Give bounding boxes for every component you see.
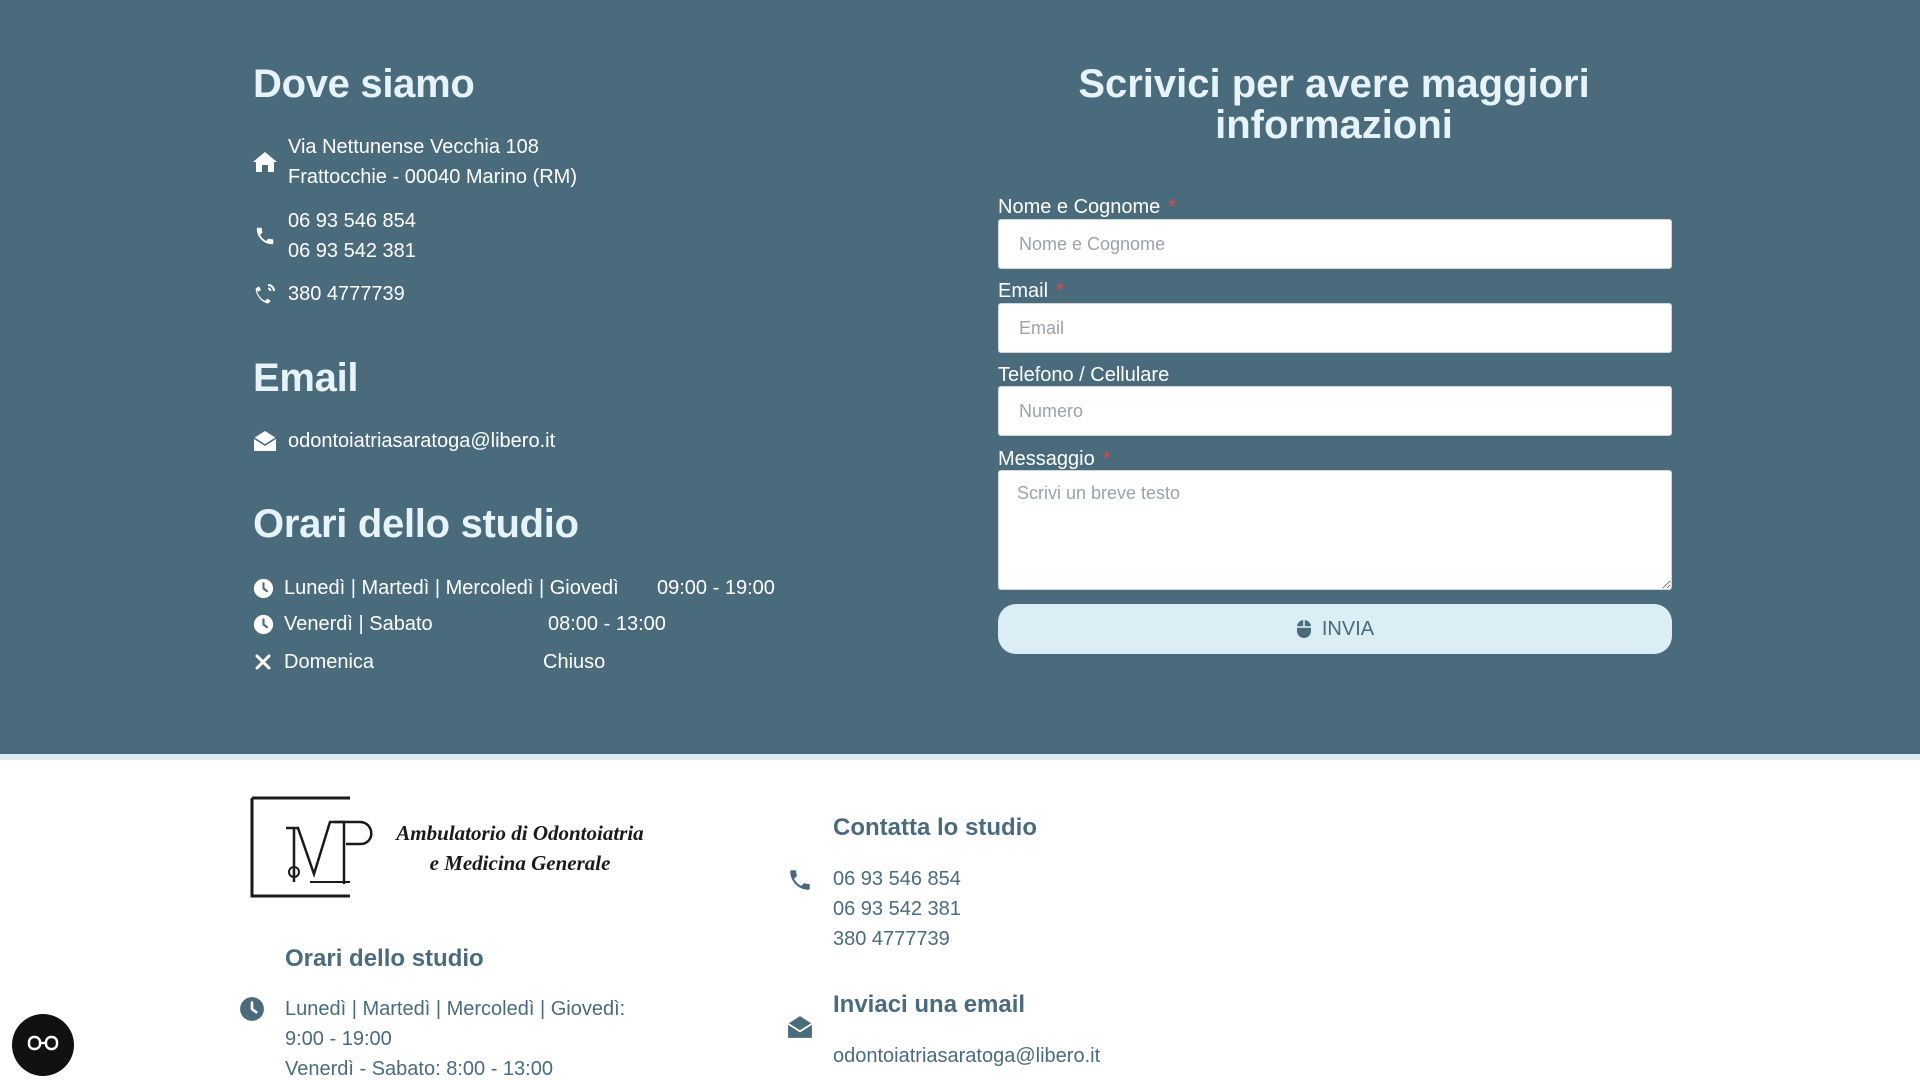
clock-icon [238,995,266,1023]
form-title: Scrivici per avere maggiori informazioni [998,64,1670,146]
hours-time: 08:00 - 13:00 [548,613,666,635]
location-heading: Dove siamo [253,62,475,106]
footer-phone-2[interactable]: 06 93 542 381 [833,894,961,924]
clock-icon [250,575,276,601]
footer-hours-line-1: Lunedì | Martedì | Mercoledì | Giovedì: [285,998,626,1020]
contact-section: Dove siamo Via Nettunense Vecchia 108 Fr… [0,0,1920,754]
footer-email-address[interactable]: odontoiatriasaratoga@libero.it [833,1041,1100,1071]
footer-hours-heading: Orari dello studio [285,945,484,972]
email-label-text: Email [998,280,1049,302]
hours-days: Domenica [284,650,375,673]
send-button[interactable]: INVIA [998,604,1672,654]
hours-heading: Orari dello studio [253,502,579,546]
email-address[interactable]: odontoiatriasaratoga@libero.it [288,426,555,456]
footer-contact-heading: Contatta lo studio [833,814,1037,841]
address-line-1: Via Nettunense Vecchia 108 [288,136,539,158]
message-label-text: Messaggio [998,448,1095,470]
envelope-open-icon [251,427,279,455]
name-label: Nome e Cognome * [998,196,1176,219]
message-label: Messaggio * [998,448,1111,471]
home-icon [251,148,279,176]
mouse-icon [1296,619,1312,639]
email-heading: Email [253,356,359,400]
phone-1[interactable]: 06 93 546 854 [288,206,416,236]
hours-days: Lunedì | Martedì | Mercoledì | Giovedì [284,576,619,599]
logo-line-1: Ambulatorio di Odontoiatria [396,821,644,845]
name-field[interactable] [998,219,1672,269]
footer-contact-numbers: 06 93 546 854 06 93 542 381 380 4777739 [833,864,961,954]
phone-label-text: Telefono / Cellulare [998,364,1170,386]
hours-row-weekdays: Lunedì | Martedì | Mercoledì | Giovedì [250,573,619,603]
footer-email-heading: Inviaci una email [833,991,1026,1018]
phone-block: 06 93 546 854 06 93 542 381 [288,206,416,266]
phone-icon [786,866,814,894]
mobile-phone-icon [251,280,279,308]
clock-icon [250,611,276,637]
logo-line-2: e Medicina Generale [429,851,611,875]
required-mark: * [1102,448,1111,470]
mobile-number[interactable]: 380 4777739 [288,279,405,309]
accessibility-glasses-icon [27,1033,59,1058]
envelope-open-icon [786,1013,814,1041]
hours-time: 09:00 - 19:00 [657,577,775,599]
phone-icon [251,222,279,250]
logo-caption: Ambulatorio di Odontoiatria e Medicina G… [390,818,650,878]
footer-hours-line-3: Venerdì - Sabato: 8:00 - 13:00 [285,1058,553,1080]
form-title-line-2: informazioni [1215,103,1453,147]
required-mark: * [1056,280,1064,302]
footer-hours-line-2: 9:00 - 19:00 [285,1028,392,1050]
hours-row-friday-saturday: Venerdì | Sabato [250,609,433,639]
hours-row-sunday: Domenica [250,647,374,677]
studio-logo: Ambulatorio di Odontoiatria e Medicina G… [250,796,650,898]
address-block: Via Nettunense Vecchia 108 Frattocchie -… [288,132,577,192]
form-title-line-1: Scrivici per avere maggiori [1078,62,1590,106]
footer-hours-text: Lunedì | Martedì | Mercoledì | Giovedì: … [285,994,625,1080]
address-line-2: Frattocchie - 00040 Marino (RM) [288,166,577,188]
accessibility-button[interactable] [12,1014,74,1076]
message-field[interactable] [998,470,1672,590]
required-mark: * [1168,196,1177,218]
phone-2[interactable]: 06 93 542 381 [288,236,416,266]
send-button-label: INVIA [1321,617,1375,640]
phone-field[interactable] [998,386,1672,436]
footer-mobile[interactable]: 380 4777739 [833,924,961,954]
email-label: Email * [998,280,1064,303]
hours-time: Chiuso [543,651,606,673]
hours-days: Venerdì | Sabato [284,612,433,635]
phone-label: Telefono / Cellulare [998,364,1169,387]
close-icon [250,649,276,675]
name-label-text: Nome e Cognome [998,196,1161,218]
footer-phone-1[interactable]: 06 93 546 854 [833,864,961,894]
email-field[interactable] [998,303,1672,353]
